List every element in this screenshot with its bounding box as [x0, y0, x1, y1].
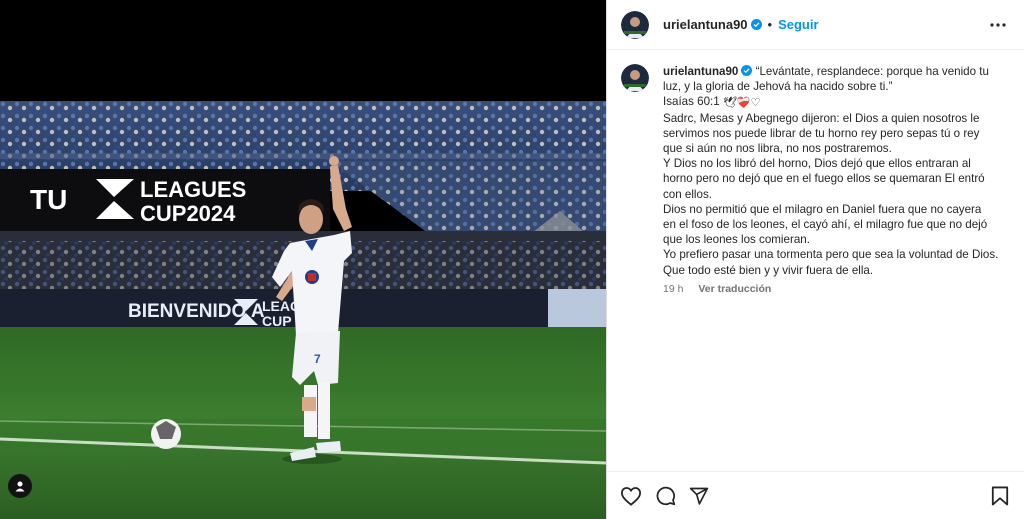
follow-button[interactable]: Seguir [778, 17, 818, 32]
like-button[interactable] [619, 484, 643, 508]
more-options-icon [990, 22, 1006, 27]
comment-icon [656, 486, 675, 506]
post-media[interactable]: TU LEAGUES CUP2024 BIENVENIDO A LEAGUES … [0, 0, 606, 519]
instagram-post: TU LEAGUES CUP2024 BIENVENIDO A LEAGUES … [0, 0, 1024, 519]
caption-line: luz, y la gloria de Jehová ha nacido sob… [663, 80, 893, 94]
post-actions [607, 471, 1024, 519]
translate-button[interactable]: Ver traducción [698, 283, 771, 295]
heart-icon [620, 486, 642, 506]
banner-brand-line1: LEAGUES [140, 177, 246, 202]
caption-username[interactable]: urielantuna90 [663, 65, 738, 78]
user-tag-icon [15, 481, 25, 492]
caption-line: en el foso de los leones, el cayó ahí, e… [663, 218, 988, 232]
caption-line: Yo prefiero pasar una tormenta pero que … [663, 248, 999, 262]
share-button[interactable] [687, 484, 711, 508]
caption-line: Dios no permitió que el milagro en Danie… [663, 202, 982, 216]
verified-badge-icon [741, 65, 753, 76]
post-side-panel: urielantuna90 • Seguir urielantuna90 “Le… [606, 0, 1024, 519]
caption-line: que los leones los comieran. [663, 233, 810, 247]
author-avatar[interactable] [621, 10, 649, 39]
follow-separator: • [767, 17, 773, 32]
banner-left-text: TU [30, 184, 67, 215]
caption-line: Isaías 60:1 🕊❤️‍🩹♡ [663, 94, 1003, 110]
post-header: urielantuna90 • Seguir [607, 0, 1024, 50]
caption-line: con ellos. [663, 187, 712, 201]
comments-area[interactable]: urielantuna90 “Levántate, resplandece: p… [607, 51, 1024, 471]
caption-verse: Isaías 60:1 [663, 95, 720, 109]
user-tag-button[interactable] [8, 474, 32, 498]
jersey-number: 7 [314, 352, 321, 366]
board-brand-line2: CUP [262, 313, 292, 329]
caption-line: que si aún no nos libra, no nos postrare… [663, 142, 892, 156]
send-icon [689, 487, 709, 505]
caption-line: horno pero no dejó que en el fuego ellos… [663, 172, 985, 186]
caption-line: Que todo esté bien y y vivir fuera de el… [663, 263, 874, 277]
banner-brand-line2: CUP2024 [140, 201, 236, 226]
verified-badge-icon [750, 19, 762, 30]
caption-meta: 19 h Ver traducción [663, 282, 1003, 297]
save-button[interactable] [988, 484, 1012, 508]
post-photo[interactable]: TU LEAGUES CUP2024 BIENVENIDO A LEAGUES … [0, 101, 606, 519]
comment-button[interactable] [653, 484, 677, 508]
caption-body: urielantuna90 “Levántate, resplandece: p… [663, 64, 1003, 297]
caption-author-avatar[interactable] [621, 64, 649, 92]
post-time[interactable]: 19 h [663, 283, 683, 295]
verse-emojis: 🕊❤️‍🩹♡ [722, 96, 761, 110]
author-username[interactable]: urielantuna90 [663, 17, 748, 32]
post-caption: urielantuna90 “Levántate, resplandece: p… [621, 64, 1010, 297]
caption-line: servimos nos puede librar de tu horno re… [663, 126, 980, 140]
bookmark-icon [991, 486, 1009, 505]
caption-text: “Levántate, resplandece: porque ha venid… [755, 65, 989, 78]
caption-line: Y Dios no los libró del horno, Dios dejó… [663, 157, 971, 171]
caption-line: Sadrc, Mesas y Abegnego dijeron: el Dios… [663, 111, 980, 125]
caption-line: urielantuna90 “Levántate, resplandece: p… [663, 64, 1003, 79]
more-options-button[interactable] [986, 13, 1010, 37]
